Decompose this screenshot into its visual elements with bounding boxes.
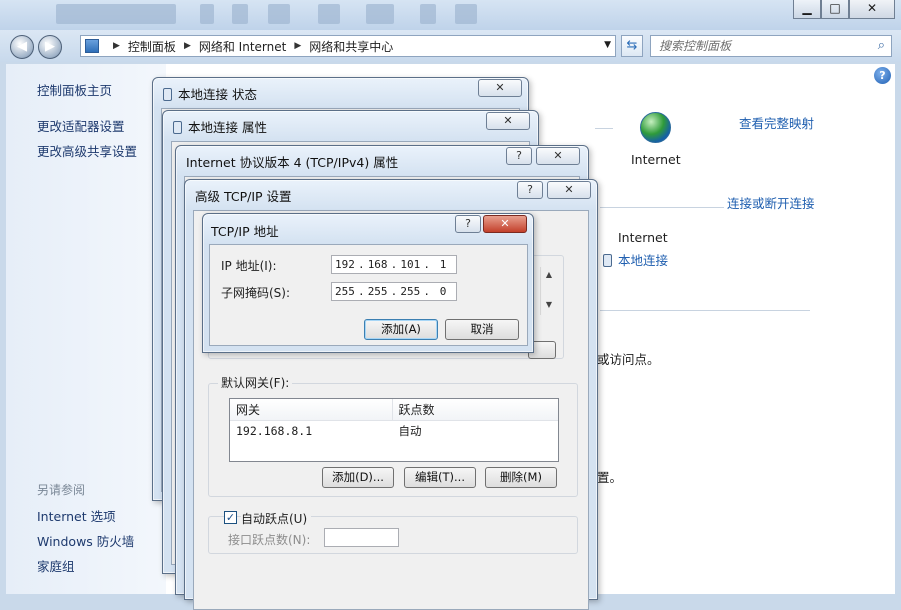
search-icon[interactable]: ⌕ xyxy=(878,36,885,56)
crumb-network-sharing-center[interactable]: 网络和共享中心 xyxy=(309,38,393,55)
close-window-button[interactable]: ✕ xyxy=(849,0,895,19)
ip-octet[interactable]: 192 xyxy=(332,258,358,271)
mask-octet[interactable]: 255 xyxy=(397,285,423,298)
partial-description-text: 或访问点。 xyxy=(597,352,660,367)
tcpip-cancel-button[interactable]: 取消 xyxy=(445,319,519,340)
interface-metric-input[interactable] xyxy=(324,528,399,547)
status-close-button[interactable]: ✕ xyxy=(478,79,522,97)
status-dialog-title-text: 本地连接 状态 xyxy=(178,87,257,102)
auto-metric-checkbox[interactable]: ✓ xyxy=(224,511,237,524)
sidebar-homegroup[interactable]: 家庭组 xyxy=(37,556,75,575)
auto-metric-label: 自动跃点(U) xyxy=(241,510,312,527)
properties-dialog-title-text: 本地连接 属性 xyxy=(188,120,267,135)
table-row[interactable]: 192.168.8.1 自动 xyxy=(230,421,558,441)
search-placeholder: 搜索控制面板 xyxy=(659,39,732,53)
partial-description-text: 置。 xyxy=(597,470,623,485)
gateway-add-button[interactable]: 添加(D)... xyxy=(322,467,394,488)
metric-column-header[interactable]: 跃点数 xyxy=(393,399,559,420)
refresh-icon[interactable]: ⇆ xyxy=(621,35,643,57)
gateway-table-header: 网关 跃点数 xyxy=(230,399,558,421)
maximize-button[interactable]: □ xyxy=(821,0,849,19)
local-connection-link[interactable]: 本地连接 xyxy=(603,250,668,269)
ip-address-field[interactable]: 192. 168. 101. 1 xyxy=(331,255,457,274)
tcpip-help-button[interactable]: ? xyxy=(455,215,481,233)
minimize-button[interactable]: ▁ xyxy=(793,0,821,19)
properties-close-button[interactable]: ✕ xyxy=(486,112,530,130)
network-adapter-icon xyxy=(163,88,172,101)
crumb-separator-icon: ▶ xyxy=(113,41,120,51)
sidebar-home-link[interactable]: 控制面板主页 xyxy=(37,80,112,99)
window-controls: ▁ □ ✕ xyxy=(793,0,895,19)
interface-metric-label: 接口跃点数(N): xyxy=(228,533,311,547)
default-gateway-title: 默认网关(F): xyxy=(218,374,293,391)
local-connection-label: 本地连接 xyxy=(618,253,669,268)
see-also-title: 另请参阅 xyxy=(37,483,86,497)
crumb-separator-icon: ▶ xyxy=(294,41,302,51)
advanced-help-button[interactable]: ? xyxy=(517,181,543,199)
subnet-mask-field[interactable]: 255. 255. 255. 0 xyxy=(331,282,457,301)
advanced-dialog-title: 高级 TCP/IP 设置 xyxy=(195,189,292,204)
tcpip-address-title: TCP/IP 地址 xyxy=(211,224,279,239)
sidebar: 控制面板主页 更改适配器设置 更改高级共享设置 另请参阅 Internet 选项… xyxy=(6,64,166,594)
subnet-mask-label: 子网掩码(S): xyxy=(221,286,291,300)
crumb-network-internet[interactable]: 网络和 Internet xyxy=(199,38,286,55)
sidebar-change-advanced-sharing[interactable]: 更改高级共享设置 xyxy=(37,141,137,160)
view-full-map-link[interactable]: 查看完整映射 xyxy=(739,113,814,132)
forward-arrow-icon[interactable]: ▶ xyxy=(38,35,62,59)
chevron-down-icon[interactable]: ▼ xyxy=(604,40,611,50)
sidebar-change-adapter-settings[interactable]: 更改适配器设置 xyxy=(37,116,125,135)
ip-address-label: IP 地址(I): xyxy=(221,259,277,273)
scroll-up-icon[interactable]: ▲ xyxy=(541,267,557,283)
mask-octet[interactable]: 255 xyxy=(332,285,358,298)
status-dialog-title: 本地连接 状态 xyxy=(163,84,257,103)
control-panel-icon xyxy=(85,39,99,53)
search-input[interactable]: 搜索控制面板 ⌕ xyxy=(650,35,892,57)
gateway-edit-button[interactable]: 编辑(T)... xyxy=(404,467,476,488)
ipv4-dialog-title: Internet 协议版本 4 (TCP/IPv4) 属性 xyxy=(186,155,399,170)
internet-node-label: Internet xyxy=(631,152,681,167)
gateway-table[interactable]: 网关 跃点数 192.168.8.1 自动 xyxy=(229,398,559,462)
tcpip-close-button[interactable]: ✕ xyxy=(483,215,527,233)
ipv4-help-button[interactable]: ? xyxy=(506,147,532,165)
ip-octet[interactable]: 101 xyxy=(397,258,423,271)
back-arrow-icon[interactable]: ◀ xyxy=(10,35,34,59)
tcpip-address-body: IP 地址(I): 192. 168. 101. 1 子网掩码(S): 255.… xyxy=(209,244,528,346)
metric-cell: 自动 xyxy=(398,424,422,438)
scroll-down-icon[interactable]: ▼ xyxy=(541,297,557,313)
address-bar: ◀ ▶ ▶ 控制面板 ▶ 网络和 Internet ▶ 网络和共享中心 ▼ ⇆ 搜索控… xyxy=(0,30,901,62)
ipv4-close-button[interactable]: ✕ xyxy=(536,147,580,165)
mask-octet[interactable]: 255 xyxy=(365,285,391,298)
ip-list-scrollbar[interactable]: ▲ ▼ xyxy=(540,267,557,315)
tcpip-add-button[interactable]: 添加(A) xyxy=(364,319,438,340)
advanced-close-button[interactable]: ✕ xyxy=(547,181,591,199)
tcpip-address-dialog: TCP/IP 地址 ? ✕ IP 地址(I): 192. 168. 101. 1… xyxy=(202,213,534,353)
ip-octet[interactable]: 1 xyxy=(430,258,456,271)
access-type-value: Internet xyxy=(618,230,668,245)
section-divider xyxy=(600,310,810,311)
network-adapter-icon xyxy=(173,121,182,134)
gateway-cell: 192.168.8.1 xyxy=(236,424,313,438)
network-adapter-icon xyxy=(603,254,612,267)
window-title-bar: ▁ □ ✕ xyxy=(0,0,901,30)
gateway-column-header[interactable]: 网关 xyxy=(230,399,393,420)
mask-octet[interactable]: 0 xyxy=(430,285,456,298)
crumb-control-panel[interactable]: 控制面板 xyxy=(128,38,176,55)
gateway-remove-button[interactable]: 删除(M) xyxy=(485,467,557,488)
breadcrumb[interactable]: ▶ 控制面板 ▶ 网络和 Internet ▶ 网络和共享中心 ▼ xyxy=(80,35,616,57)
crumb-separator-icon: ▶ xyxy=(183,41,191,51)
sidebar-windows-firewall[interactable]: Windows 防火墙 xyxy=(37,531,134,550)
sidebar-internet-options[interactable]: Internet 选项 xyxy=(37,506,116,525)
ip-octet[interactable]: 168 xyxy=(365,258,391,271)
connect-disconnect-link[interactable]: 连接或断开连接 xyxy=(727,193,815,212)
properties-dialog-title: 本地连接 属性 xyxy=(173,117,267,136)
help-icon[interactable]: ? xyxy=(874,67,891,84)
section-divider xyxy=(600,207,724,208)
internet-globe-icon xyxy=(640,112,671,143)
map-connector-line xyxy=(595,128,613,129)
